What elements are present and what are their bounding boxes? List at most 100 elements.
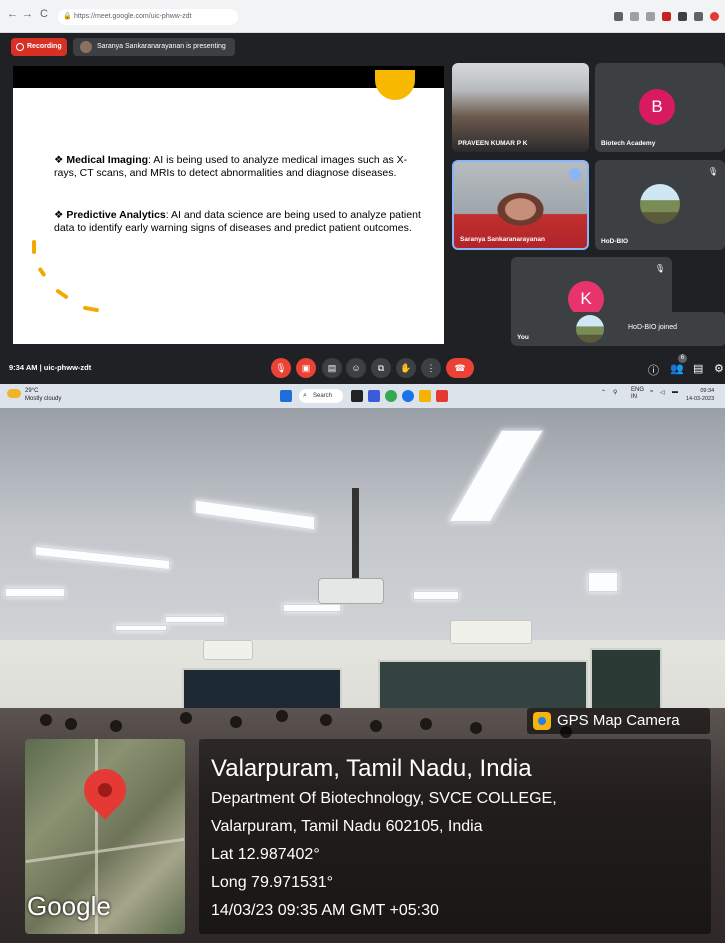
screenshot-root: ← → C 🔒 https://meet.google.com/uic-phww… — [0, 0, 725, 943]
sidepanel-icon[interactable] — [694, 12, 703, 21]
audience-member — [180, 712, 192, 724]
record-icon — [16, 43, 24, 51]
clock-date: 14-03-2023 — [686, 396, 715, 402]
leave-call-button[interactable]: ☎ — [446, 358, 474, 378]
url-text: https://meet.google.com/uic-phww-zdt — [74, 13, 192, 20]
join-notification: HoD-BIO joined — [556, 312, 725, 346]
camera-icon[interactable] — [614, 12, 623, 21]
people-icon[interactable]: 👥 — [670, 362, 684, 375]
info-icon[interactable]: ⓘ — [648, 362, 659, 378]
slide-dash — [32, 240, 36, 254]
emoji-button[interactable]: ☺ — [346, 358, 366, 378]
star-icon[interactable] — [646, 12, 655, 21]
region-code: IN — [631, 394, 637, 400]
edge-icon[interactable] — [402, 390, 414, 402]
gps-camera-badge: GPS Map Camera — [527, 708, 710, 734]
share-icon[interactable] — [630, 12, 639, 21]
presentation-slide: ❖ Medical Imaging: AI is being used to a… — [13, 66, 444, 344]
presenter-avatar — [80, 41, 92, 53]
longitude: Long 79.971531° — [211, 874, 334, 891]
air-conditioner — [450, 620, 532, 644]
chat-icon[interactable]: ▤ — [693, 362, 703, 375]
map-pin-icon — [75, 760, 135, 820]
audience-member — [65, 718, 77, 730]
mic-toggle-button[interactable]: 🎙 — [271, 358, 291, 378]
store-icon[interactable] — [436, 390, 448, 402]
start-icon[interactable] — [280, 390, 292, 402]
extension-icon[interactable] — [662, 12, 671, 21]
activities-icon[interactable]: ⚙ — [714, 362, 724, 375]
classroom-photo: GPS Map Camera Google Valarpuram, Tamil … — [0, 408, 725, 943]
volume-icon[interactable]: ◁ — [660, 389, 665, 396]
projector-pole — [352, 488, 359, 580]
wifi-icon[interactable]: ≈ — [650, 389, 653, 395]
participant-name: You — [517, 334, 529, 341]
speaking-icon — [569, 168, 581, 180]
ceiling — [0, 408, 725, 668]
chat-app-icon[interactable] — [368, 390, 380, 402]
participant-name: HoD-BIO — [601, 238, 629, 245]
search-label: Search — [313, 393, 333, 399]
bullet-1-title: Medical Imaging — [66, 154, 149, 166]
chrome-icon[interactable] — [385, 390, 397, 402]
present-button[interactable]: ⧉ — [371, 358, 391, 378]
ceiling-light — [588, 572, 618, 592]
weather-condition: Mostly cloudy — [25, 396, 62, 402]
projector — [318, 578, 384, 604]
forward-icon[interactable]: → — [22, 8, 33, 20]
weather-widget[interactable]: 29°C Mostly cloudy — [5, 387, 61, 403]
language-indicator[interactable]: ENG IN — [631, 387, 644, 401]
location-map-thumbnail: Google — [25, 739, 185, 934]
weather-icon — [7, 389, 21, 398]
battery-icon[interactable]: ▬ — [672, 389, 678, 395]
audience-member — [276, 710, 288, 722]
capture-datetime: 14/03/23 09:35 AM GMT +05:30 — [211, 902, 439, 919]
file-explorer-icon[interactable] — [419, 390, 431, 402]
gps-camera-label: GPS Map Camera — [557, 712, 680, 729]
lock-icon: 🔒 — [63, 13, 72, 20]
location-title: Valarpuram, Tamil Nadu, India — [211, 755, 532, 782]
puzzle-icon[interactable] — [678, 12, 687, 21]
tray-chevron-icon[interactable]: ⌃ — [601, 389, 606, 396]
address-line-2: Valarpuram, Tamil Nadu 602105, India — [211, 818, 483, 835]
more-options-button[interactable]: ⋮ — [421, 358, 441, 378]
participant-tile[interactable]: PRAVEEN KUMAR P K — [452, 63, 589, 152]
bullet-2-title: Predictive Analytics — [66, 209, 166, 221]
audience-member — [370, 720, 382, 732]
raise-hand-button[interactable]: ✋ — [396, 358, 416, 378]
address-line-1: Department Of Biotechnology, SVCE COLLEG… — [211, 790, 557, 807]
presenting-label: Saranya Sankaranarayanan is presenting — [97, 43, 226, 50]
ceiling-light — [5, 588, 65, 597]
windows-taskbar: 29°C Mostly cloudy ⌕ Search ⌃ ⚲ ENG IN ≈… — [0, 384, 725, 408]
map-road — [25, 837, 185, 864]
meet-window: Recording Saranya Sankaranarayanan is pr… — [0, 33, 725, 384]
mic-off-icon: 🎙 — [654, 264, 665, 273]
participant-tile[interactable]: 🎙 HoD-BIO — [595, 160, 725, 250]
geotag-info-box: Valarpuram, Tamil Nadu, India Department… — [199, 739, 711, 934]
audience-member — [230, 716, 242, 728]
meet-control-bar: 9:34 AM | uic-phww-zdt 🎙 ▣ ▤ ☺ ⧉ ✋ ⋮ ☎ ⓘ… — [0, 351, 725, 384]
address-bar[interactable]: 🔒 https://meet.google.com/uic-phww-zdt — [58, 9, 238, 25]
reload-icon[interactable]: C — [40, 8, 48, 20]
profile-icon[interactable] — [710, 12, 719, 21]
slide-dash — [82, 305, 100, 313]
captions-button[interactable]: ▤ — [322, 358, 342, 378]
audience-member — [470, 722, 482, 734]
recording-indicator[interactable]: Recording — [11, 38, 67, 56]
camera-toggle-button[interactable]: ▣ — [296, 358, 316, 378]
participant-name: Biotech Academy — [601, 140, 656, 147]
presenting-banner: Saranya Sankaranarayanan is presenting — [73, 38, 235, 56]
participant-tile-active-speaker[interactable]: Saranya Sankaranarayanan — [452, 160, 589, 250]
language-code: ENG — [631, 387, 645, 393]
task-view-icon[interactable] — [351, 390, 363, 402]
participant-avatar: B — [639, 89, 675, 125]
joined-avatar — [576, 315, 604, 343]
slide-dash — [37, 266, 47, 278]
back-icon[interactable]: ← — [7, 8, 18, 20]
audience-member — [320, 714, 332, 726]
taskbar-search[interactable]: ⌕ Search — [299, 389, 343, 403]
tray-app-icon[interactable]: ⚲ — [613, 389, 617, 396]
participant-name: Saranya Sankaranarayanan — [460, 236, 545, 243]
participant-tile[interactable]: B Biotech Academy — [595, 63, 725, 152]
taskbar-clock[interactable]: 09:34 14-03-2023 — [686, 387, 714, 403]
